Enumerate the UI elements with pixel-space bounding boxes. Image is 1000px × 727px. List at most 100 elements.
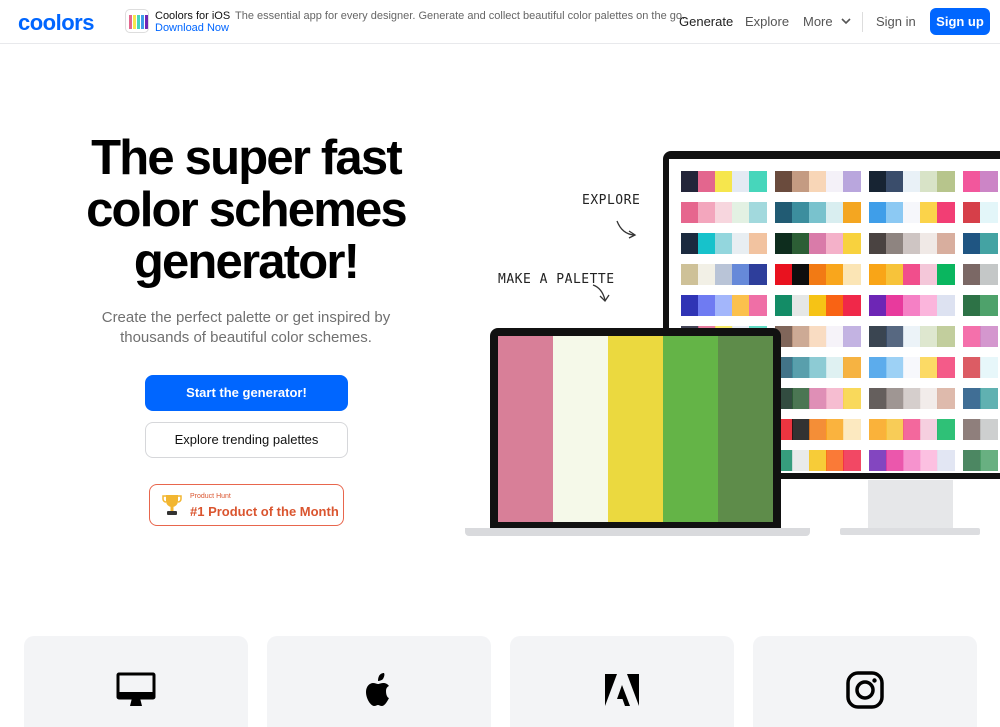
palette-stripe xyxy=(498,336,553,522)
palette-swatch xyxy=(732,202,750,223)
palette-swatch xyxy=(792,171,810,192)
palette-swatch xyxy=(826,202,844,223)
palette-swatch xyxy=(937,171,955,192)
chevron-down-icon xyxy=(841,18,851,25)
palette-swatch xyxy=(826,264,844,285)
curved-arrow-icon xyxy=(592,284,610,303)
palette-swatch xyxy=(920,388,938,409)
instagram-icon xyxy=(846,671,884,709)
palette-swatch xyxy=(826,388,844,409)
palette-swatch xyxy=(869,202,887,223)
apple-icon xyxy=(366,673,389,706)
palette-swatch xyxy=(869,233,887,254)
palette-swatch xyxy=(903,450,921,471)
palette-swatch xyxy=(980,202,998,223)
palette-swatch xyxy=(920,295,938,316)
palette-swatch xyxy=(937,388,955,409)
hero-subtitle: Create the perfect palette or get inspir… xyxy=(80,308,412,348)
palette-swatch xyxy=(792,295,810,316)
sign-up-button[interactable]: Sign up xyxy=(930,8,990,35)
palette-swatch xyxy=(775,295,793,316)
card-instagram[interactable] xyxy=(753,636,977,727)
palette-swatch xyxy=(920,326,938,347)
palette-swatch xyxy=(886,388,904,409)
palette-swatch xyxy=(937,264,955,285)
palette-swatch xyxy=(843,419,861,440)
palette-swatch xyxy=(809,233,827,254)
palette-swatch xyxy=(792,326,810,347)
palette-swatch xyxy=(681,295,699,316)
palette-swatch xyxy=(792,357,810,378)
palette-swatch xyxy=(749,202,767,223)
laptop-base xyxy=(465,528,810,536)
trophy-icon xyxy=(162,495,182,515)
platform-cards xyxy=(24,636,1000,727)
nav-generate[interactable]: Generate xyxy=(679,14,733,29)
palette-swatch xyxy=(937,419,955,440)
palette-swatch xyxy=(843,233,861,254)
palette-swatch xyxy=(792,233,810,254)
card-adobe[interactable] xyxy=(510,636,734,727)
palette-swatch xyxy=(980,388,998,409)
ios-app-promo[interactable]: Coolors for iOS The essential app for ev… xyxy=(125,9,690,37)
palette-swatch xyxy=(903,264,921,285)
palette-swatch xyxy=(937,233,955,254)
palette-swatch xyxy=(749,171,767,192)
palette-swatch xyxy=(963,202,981,223)
curved-arrow-icon xyxy=(616,220,637,239)
coolors-logo[interactable]: coolors xyxy=(18,10,94,36)
nav-explore[interactable]: Explore xyxy=(745,14,789,29)
palette-swatch xyxy=(980,450,998,471)
palette-swatch xyxy=(775,264,793,285)
product-hunt-label: Product Hunt xyxy=(190,493,231,500)
laptop-illustration xyxy=(490,328,781,528)
palette-swatch xyxy=(826,171,844,192)
palette-swatch xyxy=(792,202,810,223)
promo-description: The essential app for every designer. Ge… xyxy=(235,10,686,22)
palette-swatch xyxy=(843,326,861,347)
palette-swatch xyxy=(980,295,998,316)
palette-swatch xyxy=(903,419,921,440)
top-navbar: coolors Coolors for iOS The essential ap… xyxy=(0,0,1000,44)
palette-swatch xyxy=(963,264,981,285)
palette-swatch xyxy=(809,264,827,285)
palette-swatch xyxy=(843,171,861,192)
card-desktop[interactable] xyxy=(24,636,248,727)
palette-swatch xyxy=(920,264,938,285)
palette-swatch xyxy=(869,264,887,285)
product-hunt-badge[interactable]: Product Hunt #1 Product of the Month xyxy=(149,484,344,526)
palette-swatch xyxy=(980,171,998,192)
adobe-icon xyxy=(605,674,639,706)
palette-swatch xyxy=(826,326,844,347)
hero-title-line: color schemes xyxy=(86,183,408,237)
palette-swatch xyxy=(715,233,733,254)
sign-in-link[interactable]: Sign in xyxy=(876,14,916,29)
hero-title-line: The super fast xyxy=(91,131,403,185)
palette-swatch xyxy=(869,357,887,378)
palette-swatch xyxy=(963,357,981,378)
palette-swatch xyxy=(843,450,861,471)
palette-swatch xyxy=(843,264,861,285)
palette-swatch xyxy=(869,326,887,347)
explore-trending-button[interactable]: Explore trending palettes xyxy=(145,422,348,458)
palette-swatch xyxy=(826,357,844,378)
palette-swatch xyxy=(792,388,810,409)
monitor-stand xyxy=(868,480,953,528)
palette-swatch xyxy=(903,171,921,192)
palette-swatch xyxy=(715,295,733,316)
palette-swatch xyxy=(698,264,716,285)
palette-swatch xyxy=(809,326,827,347)
download-now-link[interactable]: Download Now xyxy=(155,22,229,34)
palette-swatch xyxy=(809,171,827,192)
start-generator-button[interactable]: Start the generator! xyxy=(145,375,348,411)
palette-swatch xyxy=(920,450,938,471)
card-ios[interactable] xyxy=(267,636,491,727)
palette-swatch xyxy=(775,233,793,254)
hero-subtitle-line: thousands of beautiful color schemes. xyxy=(120,329,372,346)
palette-swatch xyxy=(826,419,844,440)
palette-swatch xyxy=(826,450,844,471)
palette-swatch xyxy=(903,233,921,254)
explore-annotation: EXPLORE xyxy=(582,193,641,208)
nav-more[interactable]: More xyxy=(803,14,852,29)
palette-swatch xyxy=(963,419,981,440)
